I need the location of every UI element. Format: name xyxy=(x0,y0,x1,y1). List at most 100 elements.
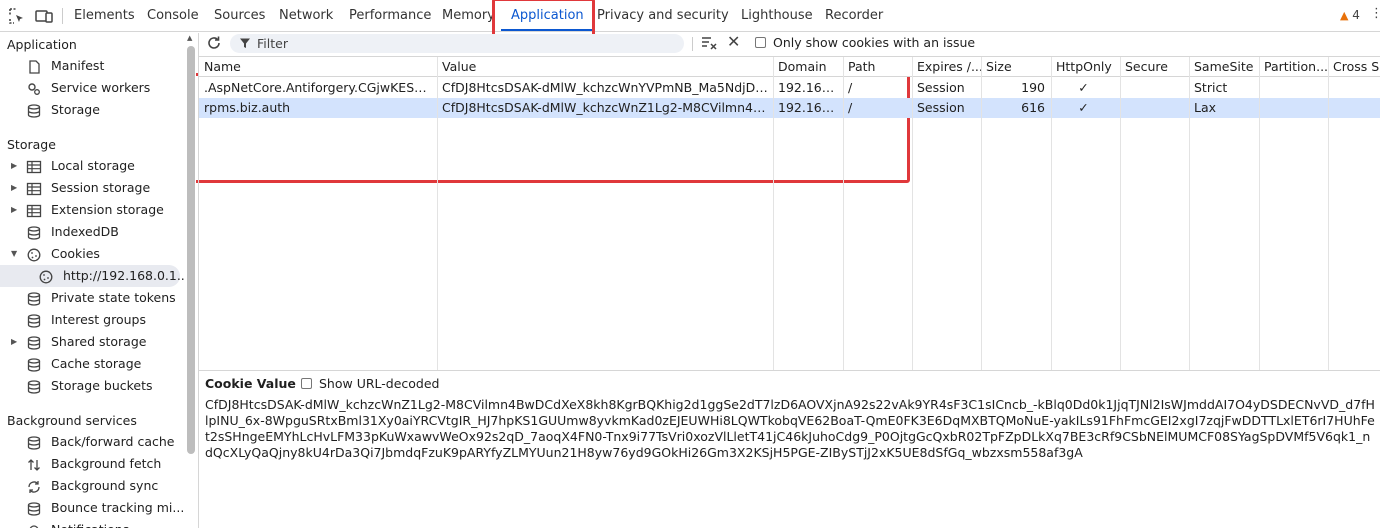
sidebar-item-local-storage[interactable]: ▶ Local storage xyxy=(0,155,180,177)
sidebar-item-extension-storage[interactable]: ▶ Extension storage xyxy=(0,199,180,221)
sidebar-item-storage-buckets[interactable]: Storage buckets xyxy=(0,375,180,397)
column-header-path[interactable]: Path xyxy=(843,57,912,77)
cell-partition xyxy=(1259,78,1328,98)
column-header-value[interactable]: Value xyxy=(437,57,773,77)
column-header-domain[interactable]: Domain xyxy=(773,57,843,77)
column-divider[interactable] xyxy=(437,57,438,370)
cell-domain: 192.168.... xyxy=(778,80,843,95)
column-header-samesite[interactable]: SameSite xyxy=(1189,57,1259,77)
clear-filtered-cookies-icon[interactable] xyxy=(701,35,717,51)
inspect-element-icon[interactable] xyxy=(7,6,27,26)
collapse-arrow-icon[interactable]: ▼ xyxy=(11,243,17,265)
expand-arrow-icon[interactable]: ▶ xyxy=(11,155,17,177)
database-icon xyxy=(26,335,42,350)
sidebar-item-label: Cookies xyxy=(51,246,100,261)
tab-application[interactable]: Application xyxy=(501,0,594,32)
sidebar-item-manifest[interactable]: Manifest xyxy=(0,55,180,77)
tab-console[interactable]: Console xyxy=(147,0,199,32)
sidebar-item-cache-storage[interactable]: Cache storage xyxy=(0,353,180,375)
cookies-toolbar: ✕ Only show cookies with an issue xyxy=(199,33,1380,57)
table-icon xyxy=(26,181,42,196)
show-url-decoded-checkbox[interactable] xyxy=(301,378,312,389)
sidebar-item-bounce-tracking[interactable]: Bounce tracking mi... xyxy=(0,497,184,519)
sidebar-item-background-fetch[interactable]: Background fetch xyxy=(0,453,180,475)
only-issue-checkbox[interactable] xyxy=(755,37,766,48)
tab-lighthouse[interactable]: Lighthouse xyxy=(741,0,813,32)
cell-path: / xyxy=(848,80,853,95)
sidebar-item-label: Manifest xyxy=(51,58,105,73)
column-divider[interactable] xyxy=(1328,57,1329,370)
cookie-icon xyxy=(38,269,54,284)
tab-sources[interactable]: Sources xyxy=(214,0,265,32)
sidebar-item-interest-groups[interactable]: Interest groups xyxy=(0,309,180,331)
more-options-icon[interactable]: ⋮ xyxy=(1370,6,1380,21)
column-header-cross-site[interactable]: Cross Site xyxy=(1328,57,1380,77)
column-header-partition[interactable]: Partition... xyxy=(1259,57,1328,77)
cookie-value-text[interactable]: CfDJ8HtcsDSAK-dMlW_kchzcWnZ1Lg2-M8CVilmn… xyxy=(205,397,1377,461)
tab-memory[interactable]: Memory xyxy=(442,0,495,32)
tab-network[interactable]: Network xyxy=(279,0,333,32)
table-icon xyxy=(26,203,42,218)
database-icon xyxy=(26,103,42,118)
section-title-background-services: Background services xyxy=(7,413,137,428)
column-divider[interactable] xyxy=(981,57,982,370)
cell-partition xyxy=(1259,98,1328,118)
sidebar-item-shared-storage[interactable]: ▶ Shared storage xyxy=(0,331,180,353)
sidebar-item-indexeddb[interactable]: IndexedDB xyxy=(0,221,180,243)
column-divider[interactable] xyxy=(773,57,774,370)
expand-arrow-icon[interactable]: ▶ xyxy=(11,331,17,353)
tab-elements[interactable]: Elements xyxy=(74,0,135,32)
sidebar-item-private-state-tokens[interactable]: Private state tokens xyxy=(0,287,180,309)
column-divider[interactable] xyxy=(843,57,844,370)
cell-domain: 192.168.... xyxy=(778,100,843,115)
database-icon xyxy=(26,501,42,516)
warning-count: 4 xyxy=(1352,8,1360,22)
column-divider[interactable] xyxy=(1051,57,1052,370)
column-header-size[interactable]: Size xyxy=(981,57,1051,77)
sidebar-item-label: Storage buckets xyxy=(51,378,153,393)
cell-samesite: Lax xyxy=(1194,100,1217,115)
database-icon xyxy=(26,313,42,328)
filter-box[interactable] xyxy=(230,34,684,53)
sidebar-item-label: Local storage xyxy=(51,158,135,173)
refresh-icon[interactable] xyxy=(206,35,222,51)
sidebar-item-notifications[interactable]: Notifications xyxy=(0,519,180,528)
cookie-icon xyxy=(26,247,42,262)
column-divider[interactable] xyxy=(1189,57,1190,370)
sidebar-item-session-storage[interactable]: ▶ Session storage xyxy=(0,177,180,199)
tab-recorder[interactable]: Recorder xyxy=(825,0,883,32)
sidebar-item-cookies[interactable]: ▼ Cookies xyxy=(0,243,180,265)
table-row[interactable]: .AspNetCore.Antiforgery.CGjwKESbupY CfDJ… xyxy=(199,78,1380,98)
tab-performance[interactable]: Performance xyxy=(349,0,431,32)
warnings-counter[interactable]: ▲ 4 xyxy=(1340,8,1360,22)
tab-privacy-and-security[interactable]: Privacy and security xyxy=(597,0,729,32)
sidebar-scroll-thumb[interactable] xyxy=(187,46,195,454)
column-header-expires[interactable]: Expires /... xyxy=(912,57,981,77)
table-row-selected[interactable]: rpms.biz.auth CfDJ8HtcsDSAK-dMlW_kchzcWn… xyxy=(199,98,1380,118)
sidebar-item-service-workers[interactable]: Service workers xyxy=(0,77,180,99)
section-title-application: Application xyxy=(7,37,77,52)
column-header-name[interactable]: Name xyxy=(199,57,437,77)
column-header-secure[interactable]: Secure xyxy=(1120,57,1189,77)
expand-arrow-icon[interactable]: ▶ xyxy=(11,199,17,221)
device-toolbar-icon[interactable] xyxy=(34,6,54,26)
sidebar-item-storage-overview[interactable]: Storage xyxy=(0,99,180,121)
scroll-up-arrow-icon[interactable]: ▲ xyxy=(187,34,192,42)
filter-input[interactable] xyxy=(257,34,677,53)
database-icon xyxy=(26,435,42,450)
column-divider[interactable] xyxy=(1259,57,1260,370)
clear-all-cookies-icon[interactable]: ✕ xyxy=(727,33,740,51)
sync-icon xyxy=(26,479,42,493)
sidebar: Application Manifest Service workers Sto… xyxy=(0,33,186,528)
sidebar-item-background-sync[interactable]: Background sync xyxy=(0,475,180,497)
sidebar-item-label: Notifications xyxy=(51,519,129,528)
column-divider[interactable] xyxy=(1120,57,1121,370)
table-icon xyxy=(26,159,42,174)
cell-httponly: ✓ xyxy=(1078,100,1089,115)
sidebar-item-cookie-origin[interactable]: http://192.168.0.1... xyxy=(0,265,186,287)
column-divider[interactable] xyxy=(912,57,913,370)
column-header-httponly[interactable]: HttpOnly xyxy=(1051,57,1120,77)
cell-cross-site xyxy=(1328,98,1380,118)
expand-arrow-icon[interactable]: ▶ xyxy=(11,177,17,199)
sidebar-item-back-forward-cache[interactable]: Back/forward cache xyxy=(0,431,180,453)
